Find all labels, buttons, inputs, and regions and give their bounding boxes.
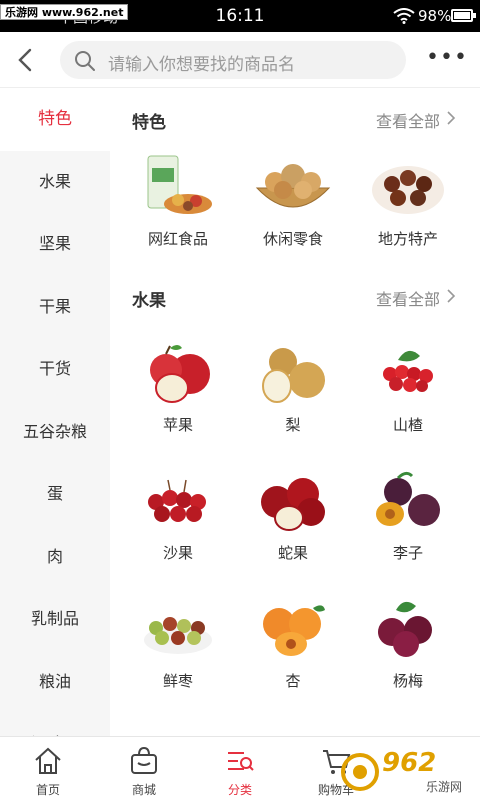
sidebar-item-eggs[interactable]: 蛋 [0, 463, 110, 526]
tile-label: 李子 [392, 544, 423, 562]
crabapple-icon [148, 479, 206, 522]
category-tile-red-delicious[interactable]: 蛇果 [225, 454, 340, 582]
category-tile-bayberry[interactable]: 杨梅 [340, 582, 455, 710]
product-grid-featured: 网红食品 休闲零食 地方特产 [110, 148, 480, 266]
battery-percent: 98% [418, 7, 452, 25]
sidebar-item-dairy[interactable]: 乳制品 [0, 588, 110, 651]
search-input[interactable]: 请输入你想要找的商品名 [108, 50, 295, 75]
plum-icon [376, 471, 440, 526]
sidebar-item-grains[interactable]: 五谷杂粮 [0, 401, 110, 464]
category-tile-local-specialty[interactable]: 地方特产 [340, 148, 455, 266]
jujube-icon [144, 617, 212, 654]
red-delicious-icon [261, 478, 325, 531]
tab-mall[interactable]: 商城 [96, 737, 192, 800]
sidebar-item-meat[interactable]: 肉 [0, 526, 110, 589]
category-tile-plum[interactable]: 李子 [340, 454, 455, 582]
section-title: 特色 [132, 113, 166, 133]
sidebar-item-grain-oil[interactable]: 粮油 [0, 651, 110, 714]
tab-home[interactable]: 首页 [0, 737, 96, 800]
more-menu-icon[interactable]: ••• [426, 47, 467, 72]
battery-icon [451, 9, 476, 22]
section-title: 水果 [132, 291, 166, 311]
category-content: 特色 查看全部 网红食品 休闲零食 地方特产 水果 查看全部 苹果 梨 山楂 沙… [110, 88, 480, 736]
hawthorn-icon [383, 350, 433, 392]
watermark-logo-icon [341, 753, 379, 791]
sidebar-item-dry-goods[interactable]: 干货 [0, 338, 110, 401]
apple-icon [150, 345, 210, 403]
category-tile-internet-snacks[interactable]: 网红食品 [110, 148, 225, 266]
sidebar-item-featured[interactable]: 特色 [0, 88, 110, 151]
sidebar-item-seasoning[interactable]: 调味品 [0, 713, 110, 736]
category-sidebar: 特色 水果 坚果 干果 干货 五谷杂粮 蛋 肉 乳制品 粮油 调味品 [0, 88, 110, 736]
back-arrow-icon[interactable] [12, 44, 40, 76]
snack-bag-icon [147, 155, 212, 214]
tile-label: 山楂 [392, 416, 423, 434]
wifi-icon [393, 8, 415, 24]
site-watermark: 962 乐游网 [338, 748, 478, 796]
sidebar-item-nuts[interactable]: 坚果 [0, 213, 110, 276]
tab-label: 商城 [131, 783, 156, 797]
sidebar-item-dried-fruit[interactable]: 干果 [0, 276, 110, 339]
category-tile-crabapple[interactable]: 沙果 [110, 454, 225, 582]
category-tile-apple[interactable]: 苹果 [110, 326, 225, 454]
search-icon [75, 51, 95, 71]
bayberry-icon [378, 601, 432, 657]
shopping-bag-icon [131, 746, 157, 774]
watermark-number: 962 [382, 748, 437, 778]
dates-plate-icon [372, 166, 444, 214]
chevron-right-icon[interactable] [446, 110, 456, 126]
apricot-icon [263, 605, 325, 656]
cookie-basket-icon [255, 164, 331, 208]
view-all-link[interactable]: 查看全部 [376, 108, 440, 132]
view-all-link[interactable]: 查看全部 [376, 286, 440, 310]
section-header-featured: 特色 查看全部 [110, 88, 480, 148]
sidebar-item-fruit[interactable]: 水果 [0, 151, 110, 214]
category-tile-snacks[interactable]: 休闲零食 [225, 148, 340, 266]
tile-label: 杨梅 [392, 672, 423, 690]
category-tile-apricot[interactable]: 杏 [225, 582, 340, 710]
category-tile-hawthorn[interactable]: 山楂 [340, 326, 455, 454]
tab-category[interactable]: 分类 [192, 737, 288, 800]
category-search-icon [228, 752, 254, 771]
status-bar: 中国移动 乐游网 www.962.net 16:11 98% [0, 0, 480, 32]
pear-icon [262, 348, 325, 403]
section-header-fruit: 水果 查看全部 [110, 266, 480, 326]
home-icon [35, 747, 61, 774]
tab-label: 首页 [35, 783, 60, 797]
product-grid-fruit: 苹果 梨 山楂 沙果 蛇果 李子 鲜枣 杏 杨梅 [110, 326, 480, 710]
header: 请输入你想要找的商品名 ••• [0, 32, 480, 88]
tab-label: 分类 [227, 783, 252, 797]
watermark-site: 乐游网 [426, 780, 463, 794]
category-tile-pear[interactable]: 梨 [225, 326, 340, 454]
search-bar[interactable]: 请输入你想要找的商品名 [60, 41, 406, 79]
chevron-right-icon[interactable] [446, 288, 456, 304]
tile-label: 地方特产 [377, 230, 438, 248]
category-tile-jujube[interactable]: 鲜枣 [110, 582, 225, 710]
